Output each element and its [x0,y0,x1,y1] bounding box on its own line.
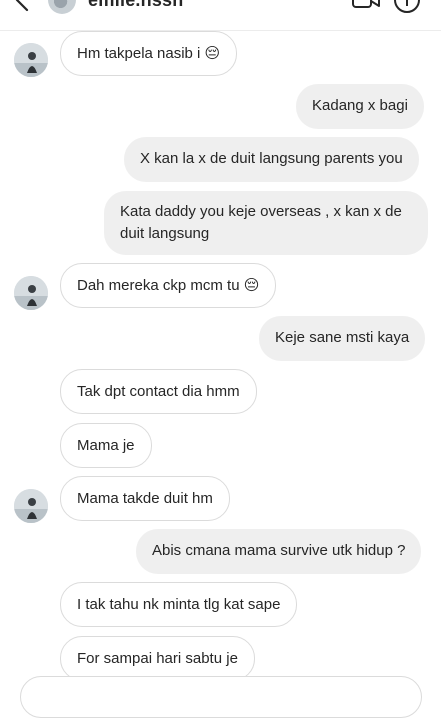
message-bubble-received[interactable]: Hm takpela nasib i 😔 [60,31,238,76]
message-bubble-sent[interactable]: Kadang x bagi [296,84,424,129]
chevron-left-icon[interactable] [11,0,35,12]
sender-avatar[interactable] [14,43,48,77]
message-bubble-received[interactable]: Mama je [60,423,152,468]
info-icon[interactable] [393,0,421,14]
message-composer[interactable] [20,676,422,718]
message-bubble-received[interactable]: Tak dpt contact dia hmm [60,369,257,414]
chat-header: elfilie.nssn [0,0,441,31]
message-bubble-sent[interactable]: X kan la x de duit langsung parents you [124,137,419,182]
sender-avatar[interactable] [14,276,48,310]
header-avatar[interactable] [48,0,76,14]
message-bubble-received[interactable]: For sampai hari sabtu je [60,636,255,681]
avatar-photo-icon [14,489,48,523]
message-bubble-received[interactable]: Mama takde duit hm [60,476,230,521]
chat-username[interactable]: elfilie.nssn [88,0,183,11]
message-bubble-received[interactable]: I tak tahu nk minta tlg kat sape [60,582,298,627]
message-bubble-sent[interactable]: Abis cmana mama survive utk hidup ? [136,529,422,574]
sender-avatar[interactable] [14,489,48,523]
video-camera-icon[interactable] [351,0,381,12]
avatar-photo-icon [14,276,48,310]
message-bubble-sent[interactable]: Keje sane msti kaya [259,316,426,361]
message-bubble-received[interactable]: Dah mereka ckp mcm tu 😔 [60,263,277,308]
avatar-photo-icon [14,43,48,77]
message-bubble-sent[interactable]: Kata daddy you keje overseas , x kan x d… [104,191,428,255]
